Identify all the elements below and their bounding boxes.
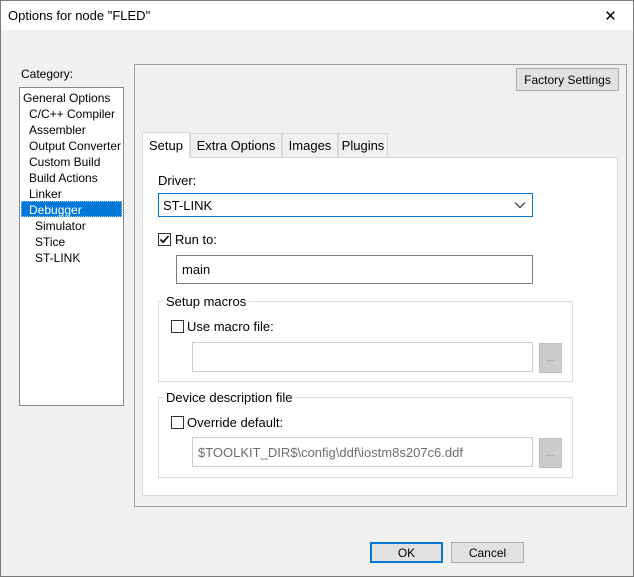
override-default-label: Override default:: [187, 415, 284, 430]
category-item-output-converter[interactable]: Output Converter: [27, 138, 123, 154]
options-dialog: Options for node "FLED" ✕ Category: Gene…: [0, 0, 634, 577]
category-item-simulator[interactable]: Simulator: [33, 218, 88, 234]
cancel-button[interactable]: Cancel: [451, 542, 524, 563]
run-to-label: Run to:: [175, 232, 217, 247]
ellipsis-icon: ...: [546, 353, 555, 364]
macro-file-input[interactable]: [192, 342, 533, 372]
close-button[interactable]: ✕: [588, 1, 633, 30]
macro-browse-button[interactable]: ...: [539, 343, 562, 373]
device-file-input[interactable]: $TOOLKIT_DIR$\config\ddf\iostm8s207c6.dd…: [192, 437, 533, 467]
category-item-stice[interactable]: STice: [33, 234, 67, 250]
tab-setup[interactable]: Setup: [142, 132, 190, 158]
category-item-linker[interactable]: Linker: [27, 186, 64, 202]
checkmark-icon: [159, 235, 170, 244]
window-title: Options for node "FLED": [8, 8, 151, 23]
tab-plugins[interactable]: Plugins: [338, 133, 388, 157]
category-item-general-options[interactable]: General Options: [21, 90, 112, 106]
title-bar: Options for node "FLED" ✕: [1, 1, 633, 30]
category-item-assembler[interactable]: Assembler: [27, 122, 88, 138]
category-item-debugger[interactable]: Debugger: [21, 201, 122, 217]
run-to-input[interactable]: main: [176, 255, 533, 284]
ellipsis-icon: ...: [546, 448, 555, 459]
run-to-checkbox[interactable]: [158, 233, 171, 246]
chevron-down-icon: [513, 198, 527, 212]
category-list[interactable]: General Options C/C++ Compiler Assembler…: [19, 87, 124, 406]
close-icon: ✕: [604, 7, 617, 25]
driver-select[interactable]: ST-LINK: [158, 193, 533, 217]
use-macro-file-checkbox[interactable]: [171, 320, 184, 333]
driver-select-value: ST-LINK: [163, 197, 213, 213]
category-item-c-cpp-compiler[interactable]: C/C++ Compiler: [27, 106, 117, 122]
setup-macros-title: Setup macros: [163, 294, 250, 309]
category-item-build-actions[interactable]: Build Actions: [27, 170, 100, 186]
run-to-value: main: [182, 262, 211, 277]
factory-settings-button[interactable]: Factory Settings: [516, 68, 619, 91]
category-item-custom-build[interactable]: Custom Build: [27, 154, 102, 170]
tab-images[interactable]: Images: [282, 133, 338, 157]
override-default-checkbox[interactable]: [171, 416, 184, 429]
device-file-value: $TOOLKIT_DIR$\config\ddf\iostm8s207c6.dd…: [198, 444, 463, 460]
device-browse-button[interactable]: ...: [539, 438, 562, 468]
category-label: Category:: [21, 67, 74, 81]
category-item-st-link[interactable]: ST-LINK: [33, 250, 82, 266]
driver-label: Driver:: [158, 173, 197, 188]
tab-extra-options[interactable]: Extra Options: [190, 133, 282, 157]
use-macro-file-label: Use macro file:: [187, 319, 274, 334]
device-description-title: Device description file: [163, 390, 296, 405]
ok-button[interactable]: OK: [370, 542, 443, 563]
